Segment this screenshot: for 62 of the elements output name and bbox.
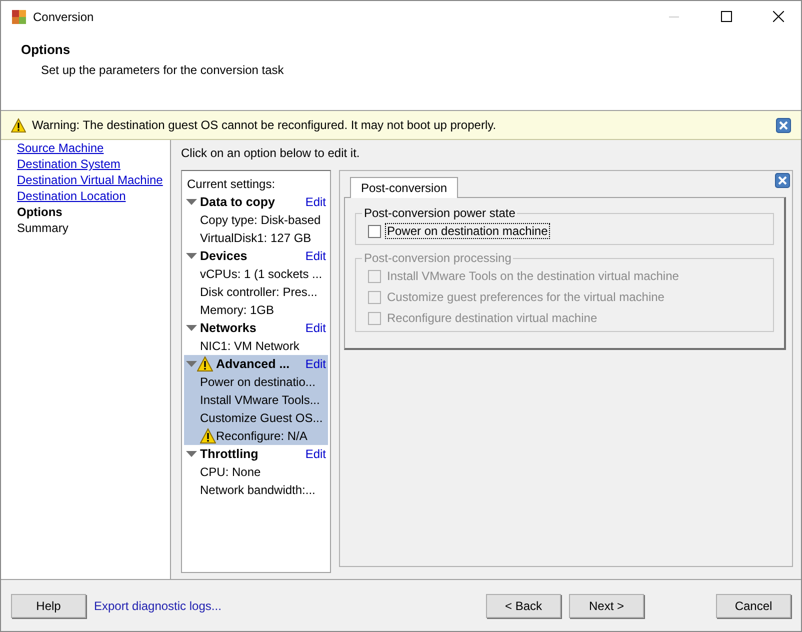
expanded-icon[interactable] bbox=[186, 198, 197, 206]
page-title: Options bbox=[21, 42, 72, 57]
close-icon[interactable] bbox=[776, 118, 791, 132]
group-title: Data to copy bbox=[200, 195, 276, 209]
setting-value: Network bandwidth:... bbox=[200, 483, 316, 497]
expanded-icon[interactable] bbox=[186, 360, 197, 368]
window-title: Conversion bbox=[33, 10, 95, 24]
group-title: Throttling bbox=[200, 447, 260, 461]
edit-link[interactable]: Edit bbox=[305, 195, 326, 209]
warning-icon bbox=[11, 118, 26, 132]
tab[interactable]: Post-conversion bbox=[350, 177, 458, 198]
settings-group[interactable]: Networks Edit NIC1: VM Network bbox=[184, 319, 328, 355]
group-title: Advanced ... bbox=[216, 357, 291, 371]
checkbox[interactable] bbox=[368, 224, 381, 238]
settings-heading: Current settings: bbox=[186, 176, 276, 193]
back-button[interactable]: < Back bbox=[486, 594, 561, 618]
wizard-step[interactable]: Destination System bbox=[17, 156, 170, 172]
group-title: Devices bbox=[200, 249, 248, 263]
group-legend: Post-conversion processing bbox=[362, 251, 514, 265]
warning-message: Warning: The destination guest OS cannot be reconfigured. It may not boot up properly. bbox=[32, 118, 498, 132]
wizard-step[interactable]: Destination Virtual Machine bbox=[17, 172, 170, 188]
expanded-icon[interactable] bbox=[186, 450, 197, 458]
checkbox-label[interactable]: Power on destination machine bbox=[386, 224, 549, 238]
setting-value: Reconfigure: N/A bbox=[216, 429, 308, 443]
wizard-step[interactable]: Source Machine bbox=[17, 140, 170, 156]
setting-value: VirtualDisk1: 127 GB bbox=[200, 231, 312, 245]
wizard-step[interactable]: Summary bbox=[17, 220, 170, 236]
warning-icon bbox=[197, 356, 213, 372]
setting-value: Install VMware Tools... bbox=[200, 393, 320, 407]
page-subtitle: Set up the parameters for the conversion task bbox=[40, 63, 285, 77]
setting-value: Disk controller: Pres... bbox=[200, 285, 318, 299]
wizard-step[interactable]: Destination Location bbox=[17, 188, 170, 204]
edit-link[interactable]: Edit bbox=[305, 249, 326, 263]
help-button[interactable]: Help bbox=[11, 594, 86, 618]
export-logs-link[interactable]: Export diagnostic logs... bbox=[94, 598, 222, 612]
settings-group[interactable]: Devices Edit vCPUs: 1 (1 sockets ... Disk controller: Pres... Memory: 1GB bbox=[184, 247, 328, 319]
setting-value: Memory: 1GB bbox=[200, 303, 274, 317]
setting-value: vCPUs: 1 (1 sockets ... bbox=[200, 267, 322, 281]
group-legend: Post-conversion power state bbox=[362, 206, 518, 220]
close-icon[interactable] bbox=[772, 11, 784, 22]
cancel-button[interactable]: Cancel bbox=[716, 594, 791, 618]
setting-value: Customize Guest OS... bbox=[200, 411, 323, 425]
settings-group[interactable]: Data to copy Edit Copy type: Disk-based VirtualDisk1: 127 GB bbox=[184, 193, 328, 247]
maximize-icon[interactable] bbox=[720, 11, 732, 22]
group-title: Networks bbox=[200, 321, 258, 335]
edit-link[interactable]: Edit bbox=[305, 357, 326, 371]
selected-group[interactable]: Advanced ... Edit Power on destinatio... Install VMware Tools... Customize Guest OS... Reconfigure: N/A bbox=[184, 355, 328, 445]
wizard-step[interactable]: Options bbox=[17, 204, 170, 220]
next-button[interactable]: Next > bbox=[569, 594, 644, 618]
instruction-text: Click on an option below to edit it. bbox=[181, 146, 361, 162]
setting-value: CPU: None bbox=[200, 465, 261, 479]
setting-value: Copy type: Disk-based bbox=[200, 213, 321, 227]
app-icon bbox=[11, 8, 27, 24]
edit-link[interactable]: Edit bbox=[305, 321, 326, 335]
setting-value: Power on destinatio... bbox=[200, 375, 316, 389]
edit-link[interactable]: Edit bbox=[305, 447, 326, 461]
expanded-icon[interactable] bbox=[186, 324, 197, 332]
close-icon[interactable] bbox=[775, 173, 790, 188]
expanded-icon[interactable] bbox=[186, 252, 197, 260]
warning-icon bbox=[200, 428, 216, 444]
setting-value: NIC1: VM Network bbox=[200, 339, 300, 353]
settings-group[interactable]: Throttling Edit CPU: None Network bandwidth:... bbox=[184, 445, 328, 499]
